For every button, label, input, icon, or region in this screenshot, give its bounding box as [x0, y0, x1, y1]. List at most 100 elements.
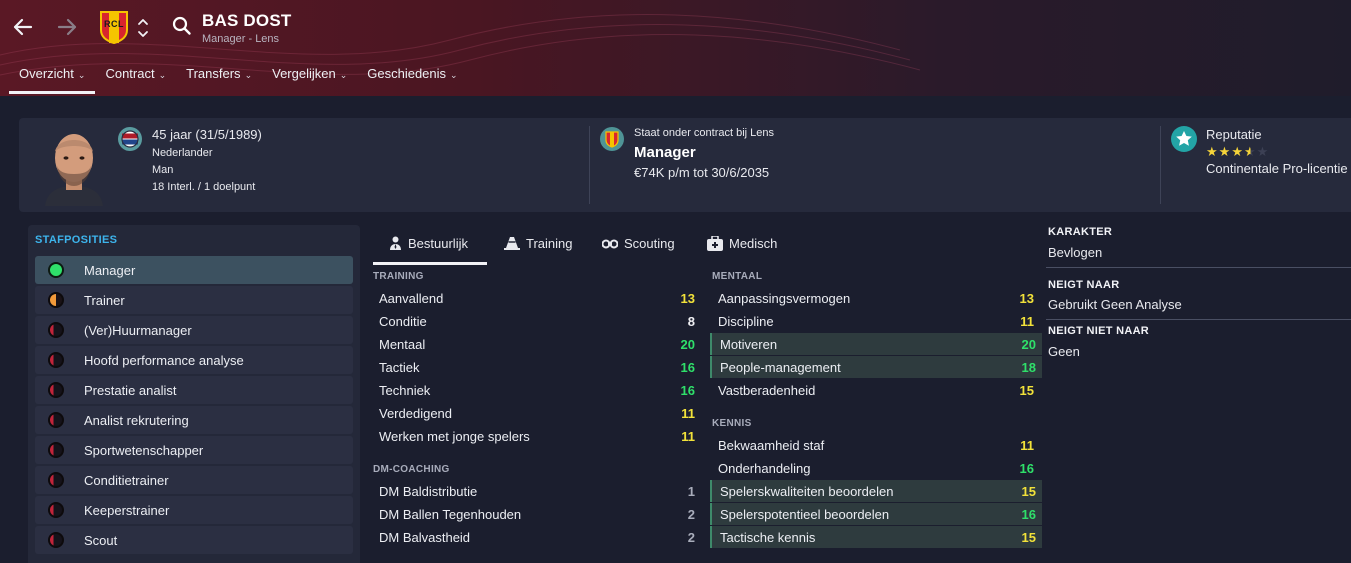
attribute-row[interactable]: DM Baldistributie 1: [371, 480, 701, 502]
attribute-row[interactable]: Verdedigend 11: [371, 402, 701, 424]
attribute-row[interactable]: Techniek 16: [371, 379, 701, 401]
attribute-value: 20: [680, 337, 695, 352]
attribute-row[interactable]: People-management 18: [710, 356, 1042, 378]
attribute-name: Tactiek: [379, 360, 420, 375]
staff-position-label: Prestatie analist: [84, 383, 177, 398]
tab-label: Scouting: [624, 236, 675, 251]
dm_coaching-section-title: DM-COACHING: [373, 464, 450, 475]
reputation-star-icon: [1171, 126, 1197, 152]
attribute-row[interactable]: Aanpassingsvermogen 13: [710, 287, 1040, 309]
tab-label: Vergelijken: [272, 66, 336, 81]
tab-scouting[interactable]: Scouting: [601, 227, 692, 263]
staff-position-row[interactable]: Trainer: [35, 286, 353, 314]
forward-arrow-icon[interactable]: [54, 14, 80, 40]
attribute-name: Tactische kennis: [720, 530, 816, 545]
attribute-value: 2: [687, 507, 695, 522]
attribute-row[interactable]: Spelerskwaliteiten beoordelen 15: [710, 480, 1042, 502]
tab-vergelijken[interactable]: Vergelijken ⌄: [262, 62, 357, 90]
staff-position-label: Conditietrainer: [84, 473, 169, 488]
club-badge-text: RCL: [104, 19, 124, 29]
tab-overzicht[interactable]: Overzicht ⌄: [9, 62, 96, 94]
attribute-row[interactable]: Bekwaamheid staf 11: [710, 434, 1040, 456]
suitability-dot-icon: [48, 532, 64, 548]
person-tie-icon: [389, 236, 402, 253]
page-subtitle: Manager - Lens: [202, 33, 280, 45]
tab-bestuurlijk[interactable]: Bestuurlijk: [373, 227, 487, 265]
attribute-value: 2: [687, 530, 695, 545]
licence-text: Continentale Pro-licentie: [1206, 161, 1348, 176]
attribute-row[interactable]: DM Ballen Tegenhouden 2: [371, 503, 701, 525]
attribute-name: Werken met jonge spelers: [379, 429, 530, 444]
attribute-row[interactable]: DM Balvastheid 2: [371, 526, 701, 548]
mentaal-section-title: MENTAAL: [712, 271, 763, 282]
staff-position-row[interactable]: Prestatie analist: [35, 376, 353, 404]
tab-contract[interactable]: Contract ⌄: [95, 62, 176, 90]
attribute-row[interactable]: Tactiek 16: [371, 356, 701, 378]
attribute-value: 15: [1021, 530, 1036, 545]
attribute-value: 1: [687, 484, 695, 499]
staff-position-row[interactable]: Manager: [35, 256, 353, 284]
tab-label: Overzicht: [19, 66, 74, 81]
attribute-value: 8: [687, 314, 695, 329]
profile-band: 45 jaar (31/5/1989) Nederlander Man 18 I…: [19, 118, 1351, 212]
star-icon: ★: [1243, 144, 1257, 159]
tab-label: Transfers: [186, 66, 241, 81]
attribute-name: Onderhandeling: [718, 461, 811, 476]
tab-label: Training: [526, 236, 573, 251]
karakter-title: KARAKTER: [1048, 226, 1113, 238]
attribute-name: DM Baldistributie: [379, 484, 478, 499]
attribute-value: 11: [1020, 314, 1034, 329]
attribute-row[interactable]: Onderhandeling 16: [710, 457, 1040, 479]
staff-position-row[interactable]: Analist rekrutering: [35, 406, 353, 434]
attribute-row[interactable]: Conditie 8: [371, 310, 701, 332]
staff-position-row[interactable]: Scout: [35, 526, 353, 554]
updown-chevron-icon[interactable]: [136, 14, 150, 42]
attribute-row[interactable]: Discipline 11: [710, 310, 1040, 332]
staff-position-label: Manager: [84, 263, 136, 278]
star-icon: ★: [1206, 144, 1219, 159]
back-arrow-icon[interactable]: [10, 14, 36, 40]
attribute-row[interactable]: Vastberadenheid 15: [710, 379, 1040, 401]
suitability-dot-icon: [48, 502, 64, 518]
tab-geschiedenis[interactable]: Geschiedenis ⌄: [357, 62, 467, 90]
attribute-row[interactable]: Mentaal 20: [371, 333, 701, 355]
staff-position-label: Analist rekrutering: [84, 413, 189, 428]
contract-club-text: Staat onder contract bij Lens: [634, 127, 775, 139]
staff-position-row[interactable]: Keeperstrainer: [35, 496, 353, 524]
suitability-dot-icon: [48, 352, 64, 368]
attribute-value: 16: [1019, 461, 1034, 476]
staff-position-row[interactable]: (Ver)Huurmanager: [35, 316, 353, 344]
attribute-row[interactable]: Tactische kennis 15: [710, 526, 1042, 548]
attribute-name: Bekwaamheid staf: [718, 438, 825, 453]
attribute-row[interactable]: Motiveren 20: [710, 333, 1042, 355]
page-title: BAS DOST: [202, 11, 292, 30]
suitability-dot-icon: [48, 472, 64, 488]
tab-medisch[interactable]: Medisch: [707, 227, 797, 263]
attribute-row[interactable]: Aanvallend 13: [371, 287, 701, 309]
tab-label: Medisch: [729, 236, 778, 251]
neigt-niet-naar-value: Geen: [1048, 344, 1080, 359]
staff-position-row[interactable]: Sportwetenschapper: [35, 436, 353, 464]
tab-label: Bestuurlijk: [408, 236, 468, 251]
club-badge-small-icon: [600, 127, 624, 151]
attribute-row[interactable]: Werken met jonge spelers 11: [371, 425, 701, 447]
tab-transfers[interactable]: Transfers ⌄: [176, 62, 262, 90]
reputation-label: Reputatie: [1206, 127, 1262, 142]
chevron-down-icon: ⌄: [339, 70, 348, 80]
divider: [1046, 267, 1351, 268]
attribute-value: 15: [1021, 484, 1036, 499]
chevron-down-icon: ⌄: [158, 70, 167, 80]
attribute-name: Vastberadenheid: [718, 383, 816, 398]
tab-training[interactable]: Training: [504, 227, 584, 263]
search-icon[interactable]: [171, 15, 193, 37]
staff-position-row[interactable]: Conditietrainer: [35, 466, 353, 494]
attribute-name: Spelerspotentieel beoordelen: [720, 507, 890, 522]
attribute-value: 11: [681, 429, 695, 444]
attribute-row[interactable]: Spelerspotentieel beoordelen 16: [710, 503, 1042, 525]
suitability-dot-icon: [48, 292, 64, 308]
staff-position-label: Hoofd performance analyse: [84, 353, 244, 368]
staff-position-row[interactable]: Hoofd performance analyse: [35, 346, 353, 374]
nationality-flag-icon: [118, 127, 142, 151]
attribute-name: Spelerskwaliteiten beoordelen: [720, 484, 894, 499]
club-badge-icon[interactable]: RCL: [99, 10, 129, 45]
